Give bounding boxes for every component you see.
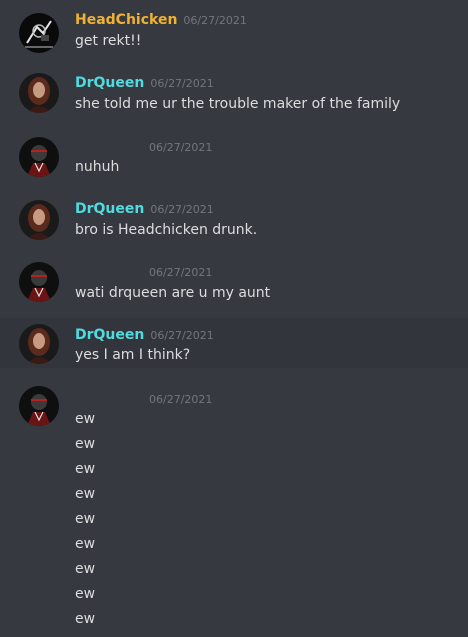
message-text: ew bbox=[75, 461, 96, 477]
avatar-image bbox=[19, 13, 59, 53]
message-text: ew bbox=[75, 436, 96, 452]
message-item: HeadChicken 06/27/2021 get rekt!! bbox=[0, 0, 468, 62]
timestamp: 06/27/2021 bbox=[183, 14, 247, 27]
message-text: ew bbox=[75, 411, 96, 427]
timestamp: 06/27/2021 bbox=[150, 329, 214, 342]
avatar-image bbox=[19, 324, 59, 364]
message-text: ew bbox=[75, 511, 96, 527]
message-header: DrQueen 06/27/2021 bbox=[75, 73, 214, 93]
message-item: 06/27/2021 nuhuh bbox=[0, 126, 468, 190]
message-header: 06/27/2021 bbox=[75, 389, 212, 409]
message-item: DrQueen 06/27/2021 bro is Headchicken dru… bbox=[0, 190, 468, 252]
message-header: 06/27/2021 bbox=[75, 137, 212, 157]
message-text: wati drqueen are u my aunt bbox=[75, 285, 271, 301]
message-header: DrQueen 06/27/2021 bbox=[75, 199, 214, 219]
avatar-image bbox=[19, 386, 59, 426]
message-header: DrQueen 06/27/2021 bbox=[75, 325, 214, 345]
message-item-hovered: DrQueen 06/27/2021 yes I am I think? bbox=[0, 318, 468, 368]
message-item: DrQueen 06/27/2021 she told me ur the tro… bbox=[0, 62, 468, 126]
timestamp: 06/27/2021 bbox=[149, 141, 213, 154]
message-text: ew bbox=[75, 536, 96, 552]
avatar-drqueen[interactable] bbox=[19, 73, 59, 113]
author-name[interactable]: DrQueen bbox=[75, 201, 144, 217]
avatar-user[interactable] bbox=[19, 386, 59, 426]
avatar-headchicken[interactable] bbox=[19, 13, 59, 53]
message-text: ew bbox=[75, 611, 96, 627]
avatar-drqueen[interactable] bbox=[19, 200, 59, 240]
author-name[interactable]: DrQueen bbox=[75, 327, 144, 343]
author-name[interactable]: HeadChicken bbox=[75, 12, 177, 28]
message-text: get rekt!! bbox=[75, 33, 142, 49]
timestamp: 06/27/2021 bbox=[149, 393, 213, 406]
message-text: nuhuh bbox=[75, 159, 120, 175]
chat-messages: HeadChicken 06/27/2021 get rekt!! DrQueen… bbox=[0, 0, 468, 637]
message-header: HeadChicken 06/27/2021 bbox=[75, 10, 247, 30]
timestamp: 06/27/2021 bbox=[150, 203, 214, 216]
avatar-image bbox=[19, 200, 59, 240]
avatar-image bbox=[19, 262, 59, 302]
message-text: ew bbox=[75, 586, 96, 602]
avatar-image bbox=[19, 137, 59, 177]
message-text: bro is Headchicken drunk. bbox=[75, 222, 258, 238]
author-name[interactable]: DrQueen bbox=[75, 75, 144, 91]
message-text: ew bbox=[75, 486, 96, 502]
message-text: she told me ur the trouble maker of the … bbox=[75, 96, 401, 112]
message-text: ew bbox=[75, 561, 96, 577]
message-item: 06/27/2021 wati drqueen are u my aunt bbox=[0, 252, 468, 314]
timestamp: 06/27/2021 bbox=[149, 266, 213, 279]
message-header: 06/27/2021 bbox=[75, 262, 212, 282]
avatar-image bbox=[19, 73, 59, 113]
message-text: yes I am I think? bbox=[75, 347, 191, 363]
avatar-user[interactable] bbox=[19, 137, 59, 177]
message-item: 06/27/2021 ew ew ew ew ew ew ew ew ew bbox=[0, 376, 468, 637]
timestamp: 06/27/2021 bbox=[150, 77, 214, 90]
avatar-user[interactable] bbox=[19, 262, 59, 302]
avatar-drqueen[interactable] bbox=[19, 324, 59, 364]
